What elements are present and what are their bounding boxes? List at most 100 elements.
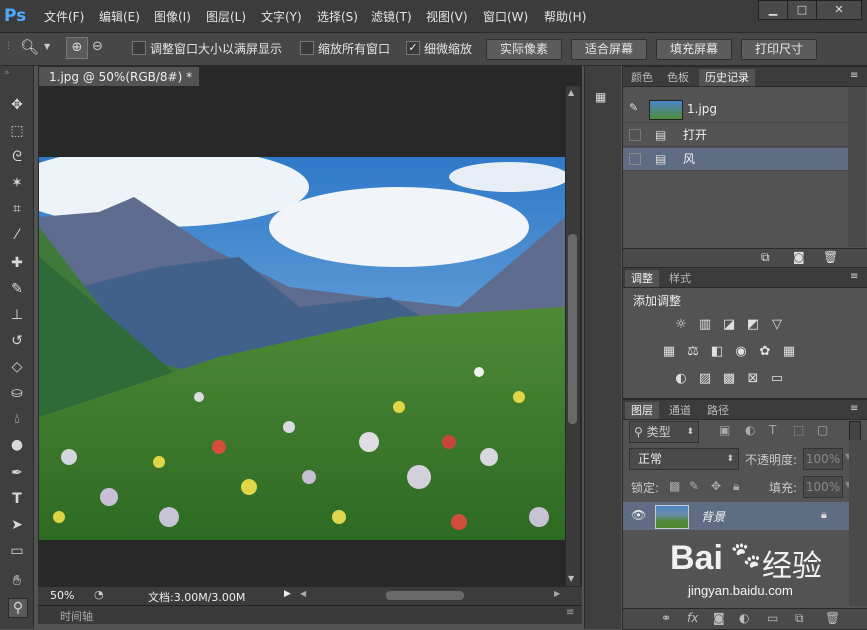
status-info-icon[interactable]: ◔ [94, 588, 104, 601]
fill-screen-button[interactable]: 填充屏幕 [656, 39, 732, 60]
menu-layer[interactable]: 图层(L) [206, 8, 246, 25]
add-mask-icon[interactable]: ◙ [713, 611, 725, 625]
camera-icon[interactable]: ◙ [793, 250, 805, 264]
scroll-left-icon[interactable]: ◀ [300, 589, 306, 598]
history-item[interactable]: ▤ 打开 [623, 124, 848, 147]
link-layers-icon[interactable]: ⚭ [661, 611, 671, 625]
gradient-map-icon[interactable]: ▭ [769, 371, 785, 387]
path-selection-icon[interactable]: ➤ [8, 516, 26, 534]
adjustments-menu-icon[interactable]: ≡ [850, 271, 858, 282]
lock-transparency-icon[interactable]: ▩ [669, 479, 680, 493]
tab-swatches[interactable]: 色板 [661, 69, 695, 86]
levels-icon[interactable]: ▥ [697, 317, 713, 333]
hue-saturation-icon[interactable]: ▦ [661, 344, 677, 360]
blur-tool-icon[interactable]: 💧︎ [8, 410, 26, 428]
menu-select[interactable]: 选择(S) [317, 8, 358, 25]
invert-icon[interactable]: ◐ [673, 371, 689, 387]
trash-icon[interactable]: 🗑︎ [825, 611, 840, 625]
tab-layers[interactable]: 图层 [625, 402, 659, 419]
tab-channels[interactable]: 通道 [663, 402, 697, 419]
vertical-scrollbar[interactable]: ▲ ▼ [566, 86, 580, 586]
rectangle-tool-icon[interactable]: ▭ [8, 542, 26, 560]
tab-styles[interactable]: 样式 [663, 270, 697, 287]
lock-all-icon[interactable]: 🔒︎ [733, 479, 739, 494]
clone-stamp-icon[interactable]: ⊥ [8, 306, 26, 324]
healing-brush-icon[interactable]: ✚ [8, 254, 26, 272]
zoom-level[interactable]: 50% [50, 589, 74, 602]
scroll-right-icon[interactable]: ▶ [554, 589, 560, 598]
timeline-tab[interactable]: 时间轴 [60, 608, 93, 624]
magic-wand-icon[interactable]: ✶ [8, 174, 26, 192]
new-group-icon[interactable]: ▭ [767, 611, 778, 625]
lock-position-icon[interactable]: ✥ [711, 479, 721, 493]
history-snapshot[interactable]: ✎ 1.jpg [623, 98, 848, 123]
panel-icon[interactable]: ▦ [595, 90, 611, 106]
menu-type[interactable]: 文字(Y) [261, 8, 302, 25]
new-layer-icon[interactable]: ⧉ [795, 611, 804, 626]
posterize-icon[interactable]: ▨ [697, 371, 713, 387]
actual-pixels-button[interactable]: 实际像素 [486, 39, 562, 60]
tab-history[interactable]: 历史记录 [699, 69, 755, 86]
fill-input[interactable]: 100% [803, 476, 843, 498]
menu-file[interactable]: 文件(F) [44, 8, 84, 25]
menu-view[interactable]: 视图(V) [426, 8, 468, 25]
new-fill-adjustment-icon[interactable]: ◐ [739, 611, 749, 625]
black-white-icon[interactable]: ◧ [709, 344, 725, 360]
zoom-all-windows-checkbox[interactable] [300, 41, 314, 55]
tab-color[interactable]: 颜色 [625, 69, 659, 86]
blend-mode-select[interactable]: 正常 ⬍ [629, 448, 739, 470]
new-document-from-state-icon[interactable]: ⧉ [761, 250, 770, 265]
color-balance-icon[interactable]: ⚖ [685, 344, 701, 360]
layer-filter-select[interactable]: ⚲ 类型 ⬍ [629, 421, 699, 443]
filter-smart-object-icon[interactable]: ▢ [817, 423, 828, 437]
menu-image[interactable]: 图像(I) [154, 8, 191, 25]
filter-toggle[interactable] [849, 421, 861, 441]
zoom-out-icon[interactable]: ⊖ [92, 39, 103, 54]
history-checkbox[interactable] [629, 129, 641, 141]
minimize-button[interactable]: ▁ [758, 0, 788, 20]
status-menu-arrow-icon[interactable]: ▶ [284, 589, 291, 599]
brush-tool-icon[interactable]: ✎ [8, 280, 26, 298]
vertical-scroll-thumb[interactable] [568, 234, 577, 424]
paint-bucket-icon[interactable]: ⛀ [8, 384, 26, 402]
pen-tool-icon[interactable]: ✒ [8, 464, 26, 482]
lasso-tool-icon[interactable]: ᘓ [8, 148, 26, 166]
close-button[interactable]: ✕ [816, 0, 862, 20]
document-image[interactable] [39, 157, 565, 540]
channel-mixer-icon[interactable]: ✿ [757, 344, 773, 360]
filter-pixel-icon[interactable]: ▣ [719, 423, 730, 437]
zoom-tool-active-icon[interactable]: ⚲ [8, 598, 28, 618]
resize-windows-checkbox[interactable] [132, 41, 146, 55]
exposure-icon[interactable]: ◩ [745, 317, 761, 333]
menu-filter[interactable]: 滤镜(T) [371, 8, 412, 25]
zoom-tool-icon[interactable]: 🔍︎ [20, 38, 39, 56]
dodge-tool-icon[interactable]: ● [8, 436, 26, 454]
marquee-tool-icon[interactable]: ⬚ [8, 122, 26, 140]
scrubby-zoom-checkbox[interactable]: ✓ [406, 41, 420, 55]
vibrance-icon[interactable]: ▽ [769, 317, 785, 333]
menu-edit[interactable]: 编辑(E) [99, 8, 140, 25]
threshold-icon[interactable]: ▩ [721, 371, 737, 387]
scroll-down-icon[interactable]: ▼ [568, 574, 574, 583]
layer-row-background[interactable]: 👁︎ 背景 🔒︎ [623, 502, 849, 530]
scroll-up-icon[interactable]: ▲ [568, 88, 574, 97]
menu-help[interactable]: 帮助(H) [544, 8, 586, 25]
tool-preset-dropdown-icon[interactable]: ▼ [44, 42, 50, 51]
crop-tool-icon[interactable]: ⌗ [8, 200, 26, 218]
hand-tool-icon[interactable]: ✋︎ [8, 572, 26, 590]
menu-window[interactable]: 窗口(W) [483, 8, 528, 25]
selective-color-icon[interactable]: ⊠ [745, 371, 761, 387]
visibility-eye-icon[interactable]: 👁︎ [631, 508, 646, 522]
trash-icon[interactable]: 🗑︎ [823, 250, 838, 264]
lock-pixels-icon[interactable]: ✎ [689, 479, 699, 493]
filter-shape-icon[interactable]: ⬚ [793, 423, 804, 437]
history-checkbox[interactable] [629, 153, 641, 165]
eyedropper-tool-icon[interactable]: ⁄ [8, 226, 26, 244]
fit-screen-button[interactable]: 适合屏幕 [571, 39, 647, 60]
history-scrollbar[interactable] [848, 87, 866, 247]
timeline-panel-bar[interactable]: 时间轴 ≡ [38, 605, 582, 624]
history-item-selected[interactable]: ▤ 风 [623, 148, 848, 171]
maximize-button[interactable]: □ [787, 0, 817, 20]
opacity-input[interactable]: 100% [803, 448, 843, 470]
document-tab[interactable]: 1.jpg @ 50%(RGB/8#) * × [38, 66, 200, 104]
